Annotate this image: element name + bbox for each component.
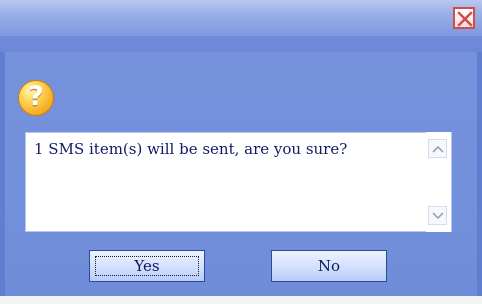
message-box: 1 SMS item(s) will be sent, are you sure… xyxy=(25,132,452,232)
yes-button[interactable]: Yes xyxy=(89,250,205,282)
message-text: 1 SMS item(s) will be sent, are you sure… xyxy=(34,140,348,158)
title-bar xyxy=(0,0,482,36)
close-button[interactable] xyxy=(453,7,475,29)
message-scrollbar[interactable] xyxy=(426,132,451,232)
left-border xyxy=(0,52,5,296)
no-button[interactable]: No xyxy=(271,250,387,282)
question-icon: ? xyxy=(18,80,54,116)
close-icon xyxy=(457,11,473,27)
scroll-up-button[interactable] xyxy=(428,139,447,158)
scroll-down-button[interactable] xyxy=(428,206,447,225)
right-border xyxy=(477,52,482,296)
chevron-up-icon xyxy=(432,145,444,153)
bottom-strip xyxy=(0,296,482,304)
chevron-down-icon xyxy=(432,212,444,220)
confirm-dialog: ? 1 SMS item(s) will be sent, are you su… xyxy=(0,0,482,304)
title-bar-shade xyxy=(0,36,482,52)
